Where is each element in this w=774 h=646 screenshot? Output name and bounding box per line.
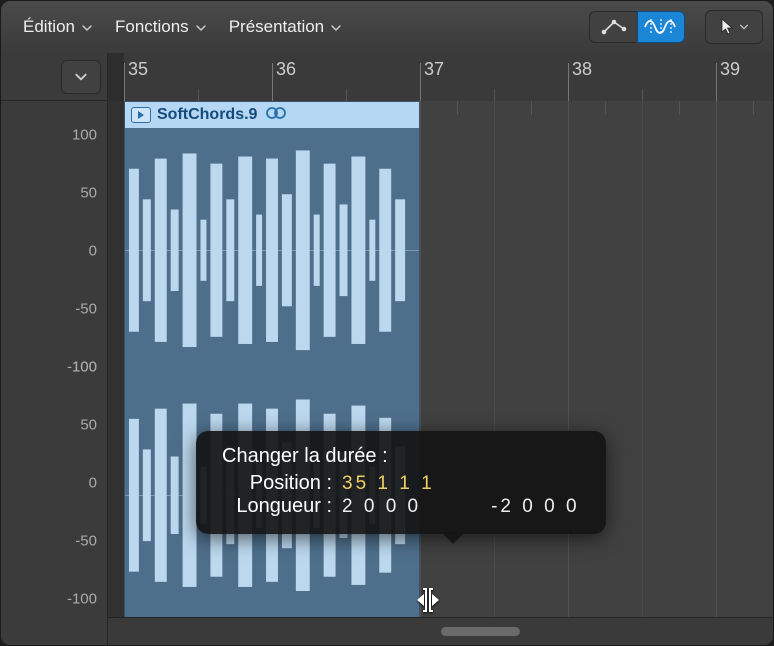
chevron-down-icon <box>330 22 340 32</box>
view-mode-group <box>589 11 685 43</box>
amplitude-scale: 100 50 0 -50 -100 100 50 0 -50 -100 <box>1 101 107 645</box>
amp-tick: 100 <box>72 359 97 376</box>
timeline-area[interactable]: 35 36 37 38 39 <box>108 53 773 645</box>
scrollbar-thumb[interactable] <box>441 627 521 636</box>
bar-marker: 35 <box>124 53 148 101</box>
menu-presentation[interactable]: Présentation <box>217 11 352 43</box>
tooltip-length-value: 2 0 0 0 <box>342 496 421 518</box>
stereo-icon <box>265 106 287 125</box>
tooltip-length-delta: -2 0 0 0 <box>491 496 579 518</box>
tooltip-length-label: Longueur : <box>222 495 332 518</box>
audio-editor-window: { "toolbar": { "menus": [ {"label": "Édi… <box>0 0 774 646</box>
amp-tick: -50 <box>75 533 97 550</box>
tooltip-title: Changer la durée : <box>222 445 580 468</box>
horizontal-scrollbar[interactable] <box>108 617 773 645</box>
menu-functions[interactable]: Fonctions <box>103 11 217 43</box>
amp-tick: 100 <box>72 127 97 144</box>
chevron-down-icon <box>739 22 749 32</box>
waveform-display <box>125 128 419 617</box>
bar-ruler[interactable]: 35 36 37 38 39 <box>108 53 773 102</box>
menu-label: Fonctions <box>115 17 189 37</box>
menu-label: Édition <box>23 17 75 37</box>
pointer-tool-button[interactable] <box>705 10 763 44</box>
sidebar: 100 50 0 -50 -100 100 50 0 -50 -100 <box>1 53 108 645</box>
menu-label: Présentation <box>229 17 324 37</box>
amp-tick: 50 <box>80 185 97 202</box>
automation-view-button[interactable] <box>589 11 637 43</box>
menu-edition[interactable]: Édition <box>11 11 103 43</box>
chevron-down-icon <box>81 22 91 32</box>
region-header[interactable]: SoftChords.9 <box>125 102 419 128</box>
amp-tick: -100 <box>67 591 97 608</box>
flex-view-button[interactable] <box>637 11 685 43</box>
tooltip-position-value: 35 1 1 1 <box>342 473 435 495</box>
audio-region[interactable]: SoftChords.9 <box>124 101 420 618</box>
amp-tick: 0 <box>89 243 97 260</box>
bar-marker: 39 <box>716 53 740 101</box>
bar-marker: 36 <box>272 53 296 101</box>
region-name: SoftChords.9 <box>157 106 257 124</box>
chevron-down-icon <box>195 22 205 32</box>
bar-marker: 38 <box>568 53 592 101</box>
amp-tick: -50 <box>75 301 97 318</box>
amp-tick: 50 <box>80 417 97 434</box>
toolbar: Édition Fonctions Présentation <box>1 1 773 54</box>
tooltip-position-label: Position : <box>222 472 332 495</box>
pointer-icon <box>719 18 735 36</box>
length-tooltip: Changer la durée : Position : 35 1 1 1 L… <box>196 431 606 534</box>
bar-marker: 37 <box>420 53 444 101</box>
chevron-down-icon <box>74 70 88 84</box>
catch-menu-button[interactable] <box>61 60 101 94</box>
amp-tick: 0 <box>89 475 97 492</box>
play-icon <box>131 107 151 123</box>
